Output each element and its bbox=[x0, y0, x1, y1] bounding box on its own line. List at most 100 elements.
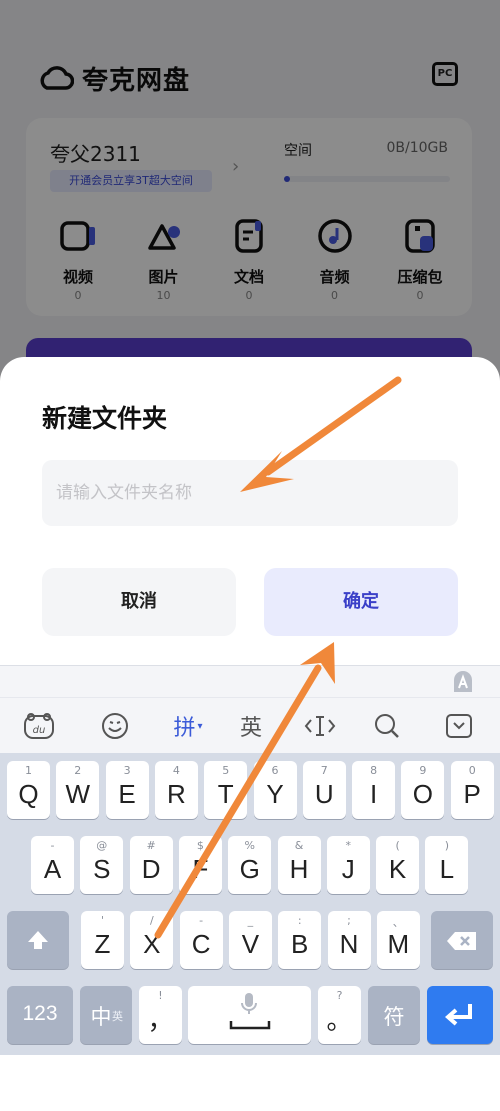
key-b[interactable]: :B bbox=[278, 911, 322, 969]
key-sub-label: ; bbox=[347, 914, 351, 927]
key-n[interactable]: ; N bbox=[327, 911, 371, 969]
key-label: V bbox=[241, 929, 260, 959]
key-label: N bbox=[339, 929, 359, 959]
space-key[interactable] bbox=[188, 986, 311, 1044]
key-l[interactable]: ) L bbox=[425, 836, 469, 894]
key-label: L bbox=[439, 854, 455, 884]
key-label: 。 bbox=[326, 1005, 353, 1035]
emoji-icon[interactable] bbox=[98, 708, 132, 744]
key-label: ， bbox=[147, 1005, 174, 1035]
key-c[interactable]: -C bbox=[179, 911, 223, 969]
key-sub-label: $ bbox=[196, 839, 204, 852]
key-x[interactable]: / X bbox=[130, 911, 174, 969]
key-sub-label: 、 bbox=[392, 916, 404, 929]
cursor-move-icon[interactable] bbox=[302, 708, 338, 744]
key-sub-label: : bbox=[297, 914, 302, 927]
key-sub-label: 8 bbox=[370, 764, 378, 777]
key-h[interactable]: & H bbox=[277, 836, 321, 894]
comma-key[interactable]: ! ， bbox=[139, 986, 182, 1044]
key-sub-label: 6 bbox=[271, 764, 279, 777]
key-sub-label: ' bbox=[100, 914, 105, 927]
pinyin-label: 拼 bbox=[173, 716, 196, 741]
key-sub-label: ( bbox=[395, 839, 400, 852]
key-y[interactable]: 6Y bbox=[253, 761, 297, 819]
autofill-icon[interactable] bbox=[452, 670, 474, 694]
key-sub-label: % bbox=[244, 839, 255, 852]
keyboard-assist-bar bbox=[0, 665, 500, 697]
key-label: X bbox=[143, 929, 161, 959]
svg-text:du: du bbox=[33, 725, 46, 736]
key-label: Q bbox=[18, 779, 39, 809]
key-label: M bbox=[387, 929, 410, 959]
key-sub-label: @ bbox=[96, 839, 108, 852]
key-label: W bbox=[65, 779, 91, 809]
key-d[interactable]: # D bbox=[129, 836, 173, 894]
key-label: E bbox=[118, 779, 136, 809]
dialog-title: 新建文件夹 bbox=[42, 404, 168, 433]
key-label: B bbox=[291, 929, 309, 959]
key-sub-label: # bbox=[146, 839, 156, 852]
key-m[interactable]: 、 M bbox=[376, 911, 420, 969]
cancel-button[interactable]: 取消 bbox=[42, 568, 236, 636]
key-e[interactable]: 3E bbox=[105, 761, 149, 819]
key-label: R bbox=[167, 779, 186, 809]
key-label: Y bbox=[266, 779, 284, 809]
delete-key[interactable] bbox=[431, 911, 493, 969]
key-label: I bbox=[369, 779, 378, 809]
english-mode-tab[interactable]: 英 bbox=[236, 708, 266, 744]
key-p[interactable]: 0P bbox=[450, 761, 494, 819]
hide-keyboard-icon[interactable] bbox=[444, 708, 474, 744]
key-label: O bbox=[412, 779, 433, 809]
key-s[interactable]: @ S bbox=[80, 836, 124, 894]
key-sub-label: 1 bbox=[25, 764, 32, 777]
key-q[interactable]: 1Q bbox=[7, 761, 50, 819]
key-label: F bbox=[192, 854, 209, 884]
space-bar-icon bbox=[229, 1021, 271, 1030]
key-label: P bbox=[463, 779, 481, 809]
key-k[interactable]: (K bbox=[376, 836, 420, 894]
period-key[interactable]: ? 。 bbox=[318, 986, 361, 1044]
keyboard-toolbar: du 拼 ▾ 英 bbox=[0, 697, 500, 753]
symbols-key[interactable]: 符 bbox=[368, 986, 420, 1044]
key-z[interactable]: ' Z bbox=[81, 911, 124, 969]
key-label: H bbox=[289, 854, 309, 884]
folder-name-input[interactable] bbox=[42, 460, 458, 526]
key-u[interactable]: 7U bbox=[302, 761, 346, 819]
key-w[interactable]: 2W bbox=[56, 761, 100, 819]
caret-down-icon: ▾ bbox=[197, 720, 203, 732]
key-sub-label: / bbox=[149, 914, 154, 927]
key-sub-label: 4 bbox=[172, 764, 180, 777]
key-v[interactable]: _ V bbox=[228, 911, 272, 969]
key-t[interactable]: 5T bbox=[204, 761, 248, 819]
du-logo-icon[interactable]: du bbox=[22, 708, 56, 744]
key-label: G bbox=[239, 854, 260, 884]
key-sub-label: 5 bbox=[222, 764, 230, 777]
key-sub-label: 0 bbox=[468, 764, 476, 777]
language-key[interactable]: 中 英 bbox=[80, 986, 132, 1044]
key-label: C bbox=[191, 929, 211, 959]
key-sub-label: * bbox=[345, 839, 352, 852]
key-g[interactable]: % G bbox=[228, 836, 272, 894]
soft-keyboard: du 拼 ▾ 英 123 中 英 ! ， ? 。 符 1 Q 2 W 3 E 4… bbox=[0, 665, 500, 1055]
pinyin-mode-tab[interactable]: 拼 ▾ bbox=[166, 708, 210, 744]
key-o[interactable]: 9O bbox=[401, 761, 445, 819]
key-r[interactable]: 4R bbox=[154, 761, 198, 819]
key-sub-label: 3 bbox=[123, 764, 131, 777]
lang-sub-label: 英 bbox=[112, 1010, 123, 1023]
symbols-key-label: 符 bbox=[383, 1006, 405, 1029]
microphone-icon bbox=[241, 993, 257, 1014]
search-icon[interactable] bbox=[372, 708, 402, 744]
key-a[interactable]: -A bbox=[31, 836, 74, 894]
key-label: J bbox=[341, 854, 355, 884]
numbers-key[interactable]: 123 bbox=[7, 986, 73, 1044]
bottom-safe-area bbox=[0, 1055, 500, 1111]
key-j[interactable]: * J bbox=[326, 836, 370, 894]
key-label: A bbox=[43, 854, 62, 884]
shift-key[interactable] bbox=[7, 911, 69, 969]
key-i[interactable]: 8I bbox=[352, 761, 396, 819]
key-sub-label: _ bbox=[247, 914, 254, 927]
key-f[interactable]: $ F bbox=[178, 836, 222, 894]
new-folder-dialog: 新建文件夹 取消 确定 bbox=[0, 357, 500, 687]
confirm-button[interactable]: 确定 bbox=[264, 568, 458, 636]
enter-key[interactable] bbox=[427, 986, 493, 1044]
